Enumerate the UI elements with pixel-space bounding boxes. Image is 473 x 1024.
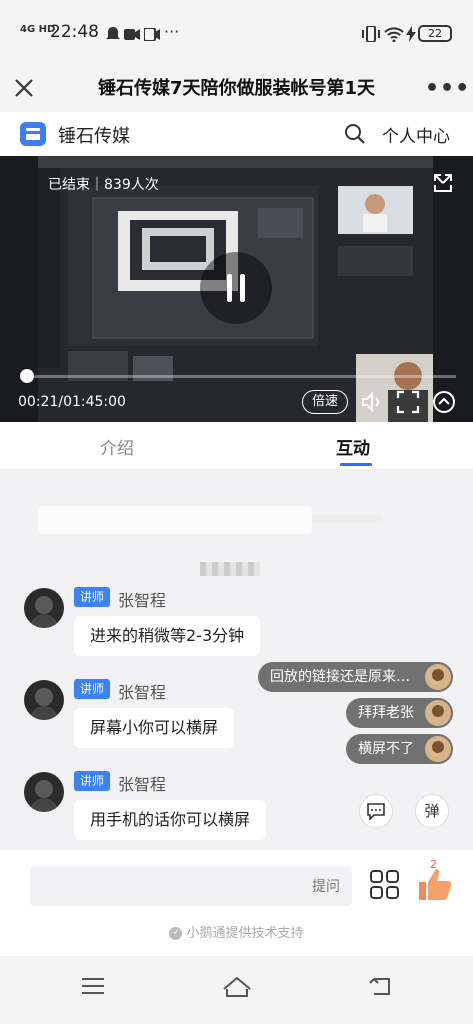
active-tab-indicator [340,463,372,466]
battery-indicator: 22 [418,25,452,42]
powered-by-text: 小鹅通提供技术支持 [186,926,304,941]
sender-name: 张智程 [118,591,167,610]
home-icon[interactable] [222,974,252,998]
danmaku-item: 回放的链接还是原来… [258,662,453,692]
danmaku-text: 回放的链接还是原来… [270,669,410,685]
fullscreen-icon[interactable] [396,390,420,414]
danmaku-text: 横屏不了 [358,741,414,757]
playback-time: 00:21/01:45:00 [18,394,126,410]
video-player[interactable]: 已结束｜839人次 00:21/01:45:00 倍速 [0,156,473,422]
sender-name: 张智程 [118,683,167,702]
tab-intro[interactable]: 介绍 [100,434,134,459]
message-bubble: 屏幕小你可以横屏 [74,708,235,748]
comment-button[interactable] [359,794,393,828]
grid-menu-icon[interactable] [370,870,400,900]
wifi-icon [384,27,404,42]
channel-logo-icon[interactable] [20,122,46,146]
close-button[interactable] [12,70,36,106]
recording-icon [124,29,140,40]
check-icon: ✓ [169,927,183,940]
tab-interact[interactable]: 互动 [336,434,370,459]
blurred-notice [38,506,312,534]
close-icon [15,79,33,97]
lecturer-badge: 讲师 [74,679,110,699]
more-notifications-icon: ··· [164,22,180,41]
lecturer-badge: 讲师 [74,771,110,791]
channel-name[interactable]: 锤石传媒 [58,122,130,148]
more-options-button[interactable]: ••• [425,76,470,101]
chevron-up-icon[interactable] [432,390,456,414]
status-bar: 4G HD 22:48 ··· 22 [0,0,473,64]
danmaku-toggle-button[interactable]: 弹 [415,794,449,828]
chat-bubble-icon [367,803,385,821]
like-count: 2 [430,858,437,871]
system-nav-bar [0,956,473,1024]
question-input[interactable] [30,866,352,906]
avatar[interactable] [24,772,64,812]
pause-button[interactable] [200,252,272,324]
progress-bar[interactable] [26,375,456,378]
share-icon[interactable] [432,172,454,194]
blurred-username [200,562,260,576]
video-status: 已结束｜839人次 [48,177,159,193]
avatar[interactable] [24,588,64,628]
sender-name: 张智程 [118,775,167,794]
status-time: 22:48 [50,22,99,42]
danmaku-avatar [425,664,451,690]
danmaku-item: 拜拜老张 [346,698,453,728]
volume-icon[interactable] [360,390,384,414]
menu-icon[interactable] [80,974,108,998]
blurred-notice-tail [312,514,382,522]
message-bubble: 进来的稍微等2-3分钟 [74,616,261,656]
powered-by: ✓ 小鹅通提供技术支持 [0,920,473,956]
notification-icon [106,27,120,39]
chat-area[interactable]: 讲师 张智程 进来的稍微等2-3分钟 讲师 张智程 屏幕小你可以横屏 讲师 张智… [0,470,473,850]
vibrate-icon [362,26,380,42]
danmaku-avatar [425,736,451,762]
input-bar [0,850,473,920]
charging-icon [406,26,416,42]
danmaku-avatar [425,700,451,726]
channel-bar: 锤石传媒 个人中心 [0,112,473,156]
progress-knob[interactable] [20,369,34,383]
profile-link[interactable]: 个人中心 [382,122,450,147]
danmaku-item: 横屏不了 [346,734,453,764]
back-icon[interactable] [368,974,396,998]
tab-bar: 介绍 互动 [0,422,473,470]
page-title: 锤石传媒7天陪你做服装帐号第1天 [97,78,376,99]
avatar[interactable] [24,680,64,720]
page-header: 锤石传媒7天陪你做服装帐号第1天 ••• [0,64,473,112]
search-icon[interactable] [343,122,367,146]
camera-icon [144,28,160,41]
lecturer-badge: 讲师 [74,587,110,607]
speed-button[interactable]: 倍速 [302,390,348,414]
message-bubble: 用手机的话你可以横屏 [74,800,267,840]
danmaku-text: 拜拜老张 [358,705,414,721]
